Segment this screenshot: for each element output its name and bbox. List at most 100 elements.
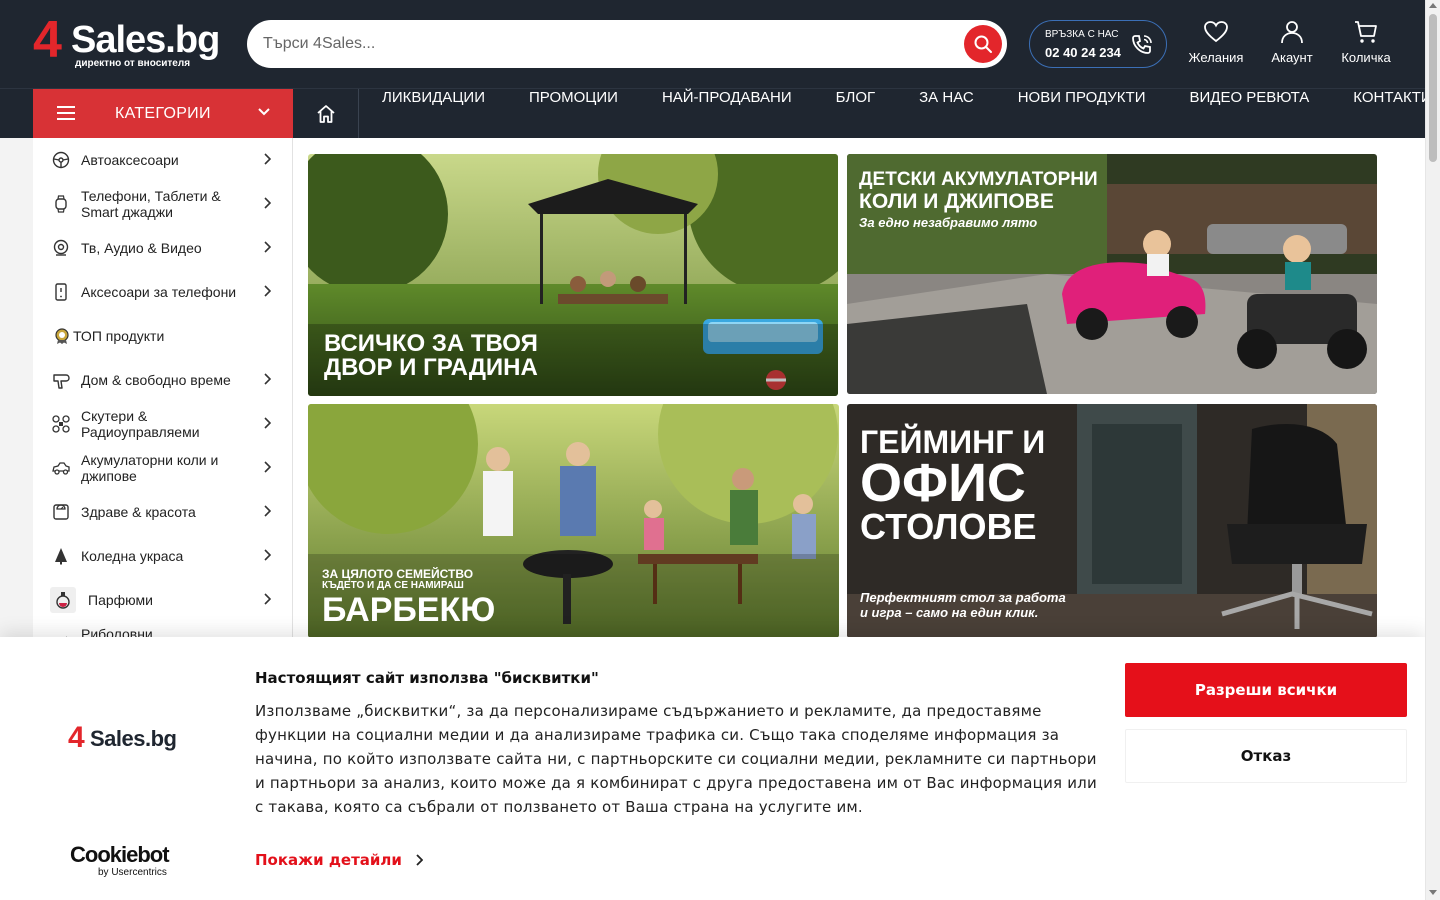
show-details-link[interactable]: Покажи детайли	[255, 851, 424, 869]
chevron-right-icon	[264, 505, 271, 517]
chevron-right-icon	[264, 153, 271, 165]
hairdryer-icon	[53, 374, 70, 389]
banner-garden[interactable]: ВСИЧКО ЗА ТВОЯ ДВОР И ГРАДИНА	[308, 154, 838, 396]
cookiebot-logo[interactable]: Cookiebot by Usercentrics	[70, 843, 180, 879]
main-nav: КАТЕГОРИИ ЛИКВИДАЦИИ ПРОМОЦИИ НАЙ-ПРОДАВ…	[0, 88, 1432, 139]
sidebar-item-christmas[interactable]: Коледна украса	[33, 534, 292, 578]
search-icon	[974, 35, 992, 53]
sidebar-item-label: Дом & свободно време	[81, 372, 231, 388]
contact-phone: 02 40 24 234	[1045, 45, 1121, 60]
site-logo[interactable]: 4 Sales.bg директно от вносителя	[33, 14, 228, 70]
banner-garden-title: ВСИЧКО ЗА ТВОЯ ДВОР И ГРАДИНА	[324, 332, 538, 380]
sidebar-item-phone-accessories[interactable]: Аксесоари за телефони	[33, 270, 292, 314]
contact-box[interactable]: ВРЪЗКА С НАС 02 40 24 234	[1029, 20, 1167, 68]
chevron-right-icon	[264, 593, 271, 605]
sidebar-item-tv[interactable]: Тв, Аудио & Видео	[33, 226, 292, 270]
chevron-right-icon	[264, 417, 271, 429]
tree-icon	[55, 548, 67, 565]
search-input[interactable]	[263, 32, 943, 56]
cookie-site-logo: 4 Sales.bg	[68, 721, 188, 754]
hamburger-icon	[57, 106, 75, 120]
banner-chairs-line3: СТОЛОВЕ	[860, 506, 1037, 547]
banner-kids-subtitle: За едно незабравимо лято	[859, 215, 1038, 230]
allow-all-button[interactable]: Разреши всички	[1125, 663, 1407, 717]
scroll-down-arrow[interactable]	[1429, 890, 1437, 895]
sidebar-item-fishing[interactable]: Риболовни	[33, 622, 292, 638]
search-bar	[247, 20, 1007, 68]
chevron-down-icon	[258, 108, 270, 116]
sidebar-item-label: Скутери & Радиоуправляеми	[81, 408, 200, 440]
banner-chairs-subtitle: Перфектният стол за работа и игра – само…	[860, 590, 1066, 620]
smartwatch-icon	[55, 195, 67, 213]
phone-icon	[55, 283, 67, 301]
banner-kids-line1: ДЕТСКИ АКУМУЛАТОРНИ	[859, 169, 1098, 190]
logo-name: Sales.bg	[71, 19, 220, 61]
chevron-right-icon	[264, 461, 271, 473]
wishlist-label: Желания	[1188, 50, 1244, 65]
sidebar-item-perfumes[interactable]: Парфюми	[33, 578, 292, 622]
nav-link-video-reviews[interactable]: ВИДЕО РЕВЮТА	[1168, 89, 1332, 139]
user-icon	[1281, 21, 1303, 44]
sidebar-item-scooters[interactable]: Скутери & Радиоуправляеми	[33, 402, 292, 446]
deny-button[interactable]: Отказ	[1125, 729, 1407, 783]
sidebar-item-label: Коледна украса	[81, 548, 184, 564]
cart-link[interactable]: Количка	[1331, 20, 1401, 70]
badge-icon	[55, 328, 69, 344]
chevron-right-icon	[264, 197, 271, 209]
drone-icon	[52, 415, 70, 433]
scale-icon	[53, 504, 69, 520]
scroll-thumb[interactable]	[1429, 14, 1437, 162]
banner-chairs[interactable]: ГЕЙМИНГ И ОФИС СТОЛОВЕ Перфектният стол …	[847, 404, 1377, 638]
cookiebot-wordmark: Cookiebot	[70, 842, 170, 867]
nav-link-liquidations[interactable]: ЛИКВИДАЦИИ	[360, 89, 507, 139]
banner-garden-line1: ВСИЧКО ЗА ТВОЯ	[324, 330, 538, 357]
nav-link-bestsellers[interactable]: НАЙ-ПРОДАВАНИ	[640, 89, 814, 139]
chevron-right-icon	[264, 285, 271, 297]
kids-car-icon	[52, 462, 70, 475]
account-link[interactable]: Акаунт	[1257, 20, 1327, 70]
sidebar-item-label: Аксесоари за телефони	[81, 284, 237, 300]
nav-link-promotions[interactable]: ПРОМОЦИИ	[507, 89, 640, 139]
banner-kids-cars-title: ДЕТСКИ АКУМУЛАТОРНИ КОЛИ И ДЖИПОВЕ За ед…	[859, 170, 1098, 232]
cookie-logo-name: Sales.bg	[90, 726, 177, 751]
banner-kids-cars[interactable]: ДЕТСКИ АКУМУЛАТОРНИ КОЛИ И ДЖИПОВЕ За ед…	[847, 154, 1377, 394]
cookie-description: Използваме „бисквитки“, за да персонализ…	[255, 702, 1097, 816]
sidebar-item-phones[interactable]: Телефони, Таблети & Smart джаджи	[33, 182, 292, 226]
cart-icon	[1355, 21, 1377, 43]
categories-button[interactable]: КАТЕГОРИИ	[33, 89, 293, 139]
nav-link-new-products[interactable]: НОВИ ПРОДУКТИ	[996, 89, 1168, 139]
search-button[interactable]	[964, 25, 1002, 63]
home-link[interactable]	[293, 89, 359, 139]
sidebar-item-top-products[interactable]: ТОП продукти	[33, 314, 292, 358]
sidebar-item-auto[interactable]: Автоаксесоари	[33, 138, 292, 182]
nav-link-blog[interactable]: БЛОГ	[814, 89, 897, 139]
nav-link-contacts[interactable]: КОНТАКТИ	[1331, 89, 1440, 139]
categories-label: КАТЕГОРИИ	[115, 105, 211, 122]
banner-bbq[interactable]: ЗА ЦЯЛОТО СЕМЕЙСТВО КЪДЕТО И ДА СЕ НАМИР…	[308, 404, 839, 638]
logo-tagline: директно от вносителя	[75, 58, 191, 69]
banner-grid: ВСИЧКО ЗА ТВОЯ ДВОР И ГРАДИНА ДЕТСКИ АКУ…	[293, 138, 1425, 638]
sidebar-item-home-leisure[interactable]: Дом & свободно време	[33, 358, 292, 402]
page-scrollbar[interactable]	[1425, 0, 1440, 900]
chevron-right-icon	[264, 241, 271, 253]
perfume-icon	[50, 587, 76, 613]
banner-chairs-title: ГЕЙМИНГ И ОФИС СТОЛОВЕ	[860, 426, 1045, 546]
scroll-up-arrow[interactable]	[1429, 3, 1437, 8]
sidebar-item-label: Здраве & красота	[81, 504, 196, 520]
nav-link-about[interactable]: ЗА НАС	[897, 89, 996, 139]
cart-label: Количка	[1341, 50, 1391, 65]
show-details-label: Покажи детайли	[255, 851, 402, 869]
banner-bbq-heading: БАРБЕКЮ	[322, 591, 496, 629]
wishlist-link[interactable]: Желания	[1181, 20, 1251, 70]
banner-chairs-line2: ОФИС	[860, 453, 1026, 513]
chevron-right-icon	[264, 373, 271, 385]
heart-icon	[1204, 21, 1228, 43]
banner-garden-line2: ДВОР И ГРАДИНА	[324, 354, 538, 381]
sidebar-item-label: Акумулаторни коли и джипове	[81, 452, 219, 484]
sidebar-item-kids-cars[interactable]: Акумулаторни коли и джипове	[33, 446, 292, 490]
sidebar-item-health[interactable]: Здраве & красота	[33, 490, 292, 534]
sidebar-item-label: Тв, Аудио & Видео	[81, 240, 202, 256]
top-header: 4 Sales.bg директно от вносителя ВРЪЗКА …	[0, 0, 1425, 88]
cookiebot-byline: by Usercentrics	[98, 867, 167, 878]
category-sidebar: Автоаксесоари Телефони, Таблети & Smart …	[33, 138, 293, 638]
